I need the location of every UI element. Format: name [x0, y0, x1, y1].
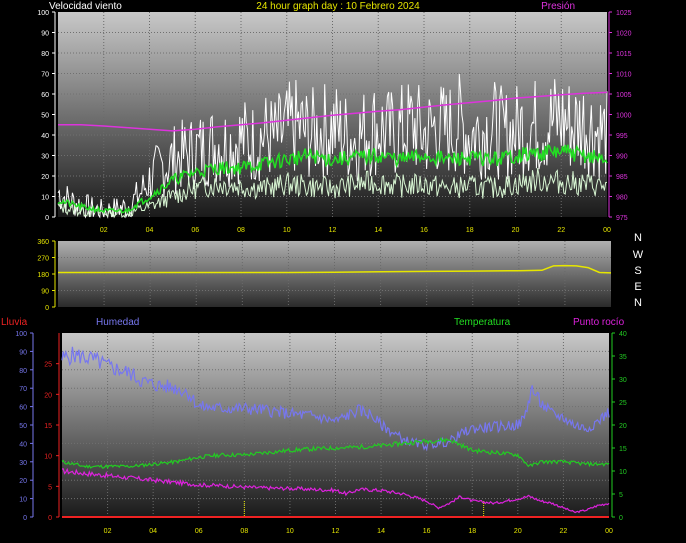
- temperature-tick-label: 5: [619, 492, 623, 499]
- wind-x-tick-label: 14: [374, 227, 382, 234]
- humidity-x-tick-label: 10: [286, 528, 294, 535]
- temperature-tick-label: 0: [619, 515, 623, 522]
- pressure-tick-label: 1020: [616, 31, 632, 38]
- humidity-x-tick-label: 06: [195, 528, 203, 535]
- wind-y-tick-label: 50: [41, 113, 49, 120]
- pressure-tick-label: 1010: [616, 72, 632, 79]
- compass-label: N: [634, 297, 642, 309]
- compass-label: N: [634, 232, 642, 244]
- rain-tick-label: 5: [48, 484, 52, 491]
- wind-y-tick-label: 90: [41, 31, 49, 38]
- pressure-tick-label: 1025: [616, 10, 632, 17]
- rain-tick-label: 15: [44, 423, 52, 430]
- humidity-tick-label: 80: [19, 368, 27, 375]
- wind-y-tick-label: 40: [41, 133, 49, 140]
- wind-x-tick-label: 20: [512, 227, 520, 234]
- wind-x-tick-label: 16: [420, 227, 428, 234]
- rain-title: Lluvia: [1, 317, 28, 328]
- pressure-tick-label: 980: [616, 195, 628, 202]
- temperature-tick-label: 10: [619, 469, 627, 476]
- pressure-tick-label: 975: [616, 215, 628, 222]
- weather-chart: 0102030405060708090100975980985990995100…: [1, 1, 644, 535]
- wind-x-tick-label: 08: [237, 227, 245, 234]
- humidity-tick-label: 30: [19, 460, 27, 467]
- temperature-tick-label: 20: [619, 423, 627, 430]
- humidity-x-tick-label: 20: [514, 528, 522, 535]
- humidity-tick-label: 0: [23, 515, 27, 522]
- wind-x-tick-label: 12: [329, 227, 337, 234]
- humidity-x-tick-label: 00: [605, 528, 613, 535]
- rain-tick-label: 20: [44, 392, 52, 399]
- chart-title: 24 hour graph day : 10 Febrero 2024: [256, 1, 420, 12]
- humidity-tick-label: 40: [19, 441, 27, 448]
- compass-label: S: [634, 265, 641, 277]
- humidity-tick-label: 70: [19, 386, 27, 393]
- wind-y-tick-label: 80: [41, 51, 49, 58]
- direction-tick-label: 360: [37, 239, 49, 246]
- wind-y-tick-label: 100: [37, 10, 49, 17]
- temperature-tick-label: 40: [619, 331, 627, 338]
- humidity-tick-label: 60: [19, 405, 27, 412]
- humidity-x-tick-label: 16: [423, 528, 431, 535]
- humidity-x-tick-label: 12: [332, 528, 340, 535]
- direction-tick-label: 90: [41, 289, 49, 296]
- wind-y-tick-label: 70: [41, 72, 49, 79]
- humidity-tick-label: 90: [19, 349, 27, 356]
- wind-y-tick-label: 0: [45, 215, 49, 222]
- wind-x-tick-label: 06: [191, 227, 199, 234]
- temperature-tick-label: 30: [619, 377, 627, 384]
- pressure-tick-label: 985: [616, 174, 628, 181]
- compass-label: E: [634, 281, 641, 293]
- humidity-x-tick-label: 02: [104, 528, 112, 535]
- pressure-tick-label: 1000: [616, 113, 632, 120]
- wind-title: Velocidad viento: [49, 1, 122, 12]
- wind-y-tick-label: 20: [41, 174, 49, 181]
- direction-tick-label: 180: [37, 272, 49, 279]
- wind-x-tick-label: 00: [603, 227, 611, 234]
- humidity-tick-label: 100: [15, 331, 27, 338]
- wind-x-tick-label: 10: [283, 227, 291, 234]
- humidity-tick-label: 10: [19, 497, 27, 504]
- wind-y-tick-label: 60: [41, 92, 49, 99]
- humidity-title: Humedad: [96, 317, 139, 328]
- pressure-title: Presión: [541, 1, 575, 12]
- direction-tick-label: 0: [45, 305, 49, 312]
- humidity-x-tick-label: 18: [468, 528, 476, 535]
- humidity-x-tick-label: 04: [149, 528, 157, 535]
- wind-y-tick-label: 30: [41, 154, 49, 161]
- humidity-x-tick-label: 22: [560, 528, 568, 535]
- humidity-x-tick-label: 14: [377, 528, 385, 535]
- pressure-tick-label: 995: [616, 133, 628, 140]
- temperature-tick-label: 35: [619, 354, 627, 361]
- dewpoint-title: Punto rocío: [573, 317, 625, 328]
- wind-x-tick-label: 22: [557, 227, 565, 234]
- wind-x-tick-label: 04: [146, 227, 154, 234]
- temperature-tick-label: 15: [619, 446, 627, 453]
- humidity-tick-label: 20: [19, 478, 27, 485]
- wind-y-tick-label: 10: [41, 195, 49, 202]
- humidity-tick-label: 50: [19, 423, 27, 430]
- rain-tick-label: 0: [48, 515, 52, 522]
- humidity-x-tick-label: 08: [240, 528, 248, 535]
- temperature-tick-label: 25: [619, 400, 627, 407]
- rain-tick-label: 25: [44, 362, 52, 369]
- temperature-title: Temperatura: [454, 317, 511, 328]
- compass-label: W: [633, 249, 644, 261]
- pressure-tick-label: 990: [616, 154, 628, 161]
- wind-x-tick-label: 18: [466, 227, 474, 234]
- pressure-tick-label: 1015: [616, 51, 632, 58]
- direction-tick-label: 270: [37, 256, 49, 263]
- rain-tick-label: 10: [44, 454, 52, 461]
- pressure-tick-label: 1005: [616, 92, 632, 99]
- wind-x-tick-label: 02: [100, 227, 108, 234]
